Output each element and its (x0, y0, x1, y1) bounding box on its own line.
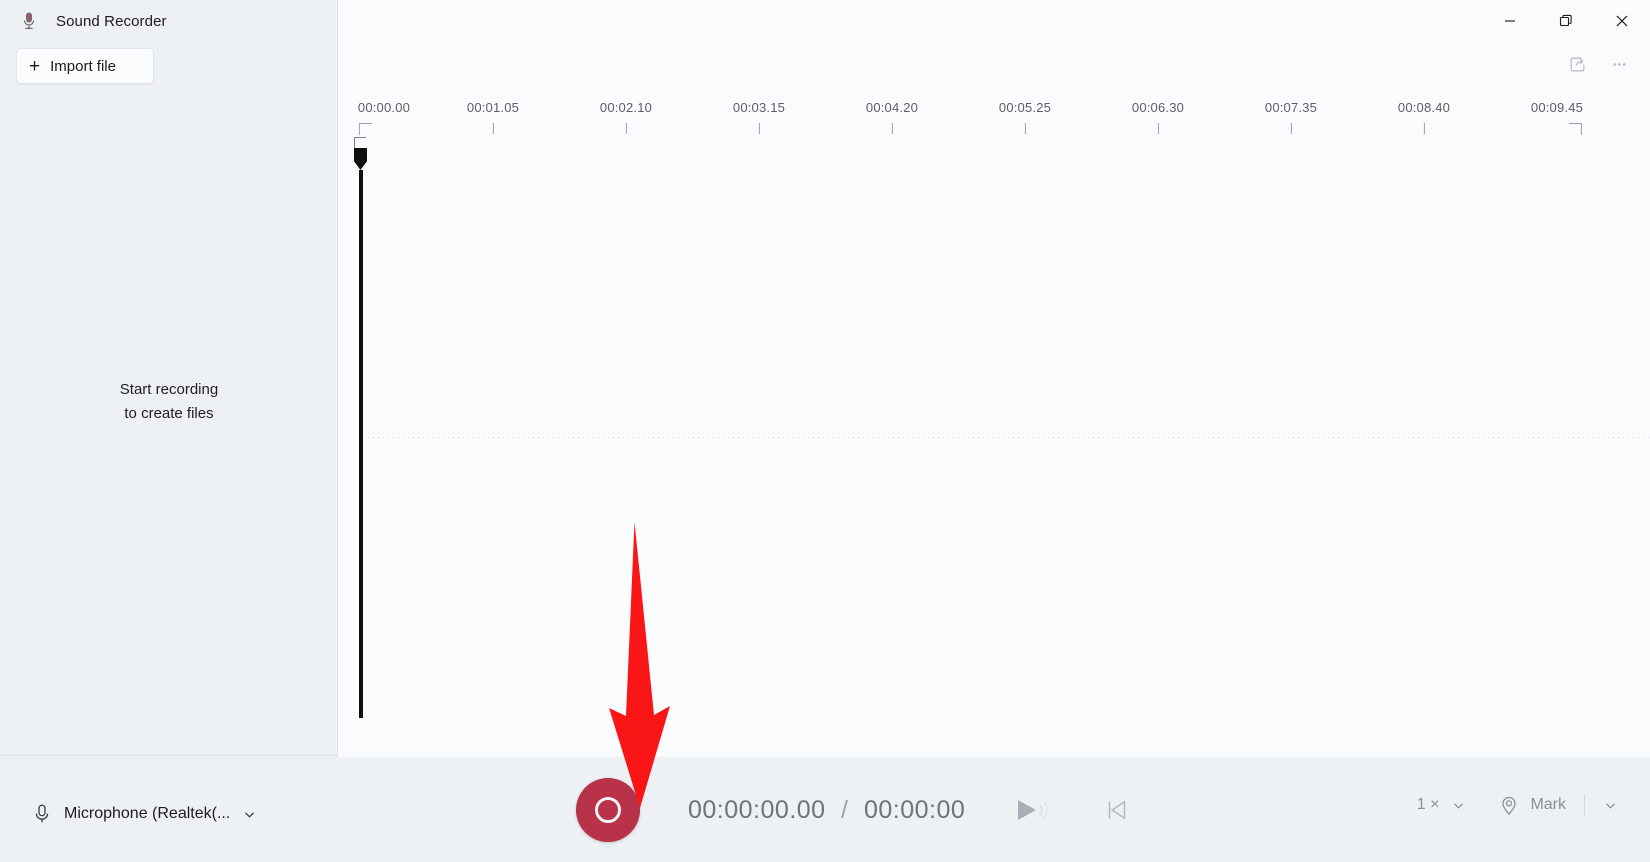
mark-label: Mark (1530, 796, 1566, 813)
timeline-tick-label: 00:01.05 (466, 100, 520, 115)
minimize-button[interactable] (1482, 0, 1538, 42)
timeline-tick-label: 00:09.45 (1530, 100, 1584, 115)
total-time: 00:00:00 (863, 795, 966, 824)
main-panel: 00:00.00 00:01.05 00:02.10 00:03.15 00:0… (338, 0, 1650, 757)
empty-state-line2: to create files (124, 405, 214, 422)
time-display: 00:00:00.00 / 00:00:00 (688, 796, 965, 825)
current-time: 00:00:00.00 (688, 795, 826, 824)
restore-icon (1559, 14, 1572, 27)
timeline-tick: 00:03.15 (733, 100, 785, 134)
timeline-tick-mark (1290, 123, 1292, 134)
play-button[interactable] (1005, 786, 1059, 834)
microphone-icon (18, 10, 40, 32)
timeline-tick-mark (492, 123, 494, 134)
play-icon (1018, 800, 1048, 820)
empty-state-line1: Start recording (119, 381, 219, 398)
timeline-tick: 00:02.10 (600, 100, 652, 134)
time-separator: / (841, 795, 849, 824)
timeline-tick-label: 00:05.25 (998, 100, 1052, 115)
timeline-tick: 00:05.25 (999, 100, 1051, 134)
timeline-tick-mark (1024, 123, 1026, 134)
playback-speed-label: 1 × (1416, 796, 1440, 813)
timeline-tick-mark (1569, 123, 1583, 135)
skip-to-start-button[interactable] (1093, 786, 1141, 834)
mark-separator (1584, 794, 1585, 816)
titlebar-left: Sound Recorder (0, 0, 338, 42)
timeline-tick: 00:08.40 (1398, 100, 1450, 134)
import-file-label: Import file (50, 57, 116, 75)
timeline-tick-mark (358, 123, 372, 135)
right-controls: 1 × Mark (1405, 785, 1630, 825)
microphone-selector[interactable]: Microphone (Realtek(... (22, 797, 267, 831)
timeline-tick-label: 00:02.10 (599, 100, 653, 115)
close-icon (1616, 15, 1628, 27)
timeline-tick-mark (758, 123, 760, 134)
microphone-icon (35, 804, 49, 823)
mark-dropdown-button[interactable] (1591, 788, 1630, 823)
more-options-icon (1612, 62, 1626, 66)
chevron-down-icon (1454, 802, 1464, 809)
playback-speed-button[interactable]: 1 × (1405, 787, 1479, 823)
timeline-tick-label: 00:08.40 (1397, 100, 1451, 115)
record-icon (595, 797, 621, 823)
timeline-tick: 00:01.05 (467, 100, 519, 134)
chevron-down-icon (245, 811, 255, 818)
timeline-tick-label: 00:03.15 (732, 100, 786, 115)
timeline-tick-mark (891, 123, 893, 134)
playback-controls: 00:00:00.00 / 00:00:00 (576, 775, 1141, 845)
timeline-tick-label: 00:04.20 (865, 100, 919, 115)
share-button[interactable] (1558, 48, 1596, 80)
timeline-tick-label: 00:06.30 (1131, 100, 1185, 115)
minimize-icon (1505, 20, 1515, 22)
empty-state-message: Start recording to create files (0, 378, 338, 426)
titlebar-right (338, 0, 1650, 42)
app-title: Sound Recorder (56, 12, 167, 30)
mark-group: Mark (1488, 785, 1630, 825)
location-pin-icon (1502, 796, 1517, 816)
import-file-button[interactable]: + Import file (16, 48, 154, 84)
more-options-button[interactable] (1600, 48, 1638, 80)
maximize-button[interactable] (1538, 0, 1594, 42)
timeline-tick-mark (1423, 123, 1425, 134)
bottom-toolbar: Microphone (Realtek(... 00:00:00.00 / 00… (0, 757, 1650, 862)
timeline-tick: 00:06.30 (1132, 100, 1184, 134)
main-toolbar (1558, 48, 1638, 80)
share-icon (1570, 57, 1584, 71)
timeline-tick: 00:00.00 (358, 100, 410, 135)
sidebar: Sound Recorder + Import file Start recor… (0, 0, 338, 862)
timeline-tick: 00:04.20 (866, 100, 918, 134)
waveform-center-axis (368, 437, 1650, 438)
sound-recorder-window: Sound Recorder + Import file Start recor… (0, 0, 1650, 862)
timeline-tick: 00:09.45 (1531, 100, 1583, 135)
close-button[interactable] (1594, 0, 1650, 42)
chevron-down-icon (1605, 802, 1616, 809)
sidebar-divider (0, 755, 338, 756)
timeline-tick-mark (1157, 123, 1159, 134)
microphone-label: Microphone (Realtek(... (64, 805, 231, 822)
timeline-tick-mark (625, 123, 627, 134)
timeline-ruler[interactable]: 00:00.00 00:01.05 00:02.10 00:03.15 00:0… (338, 100, 1650, 160)
window-controls (1482, 0, 1650, 42)
skip-to-start-icon (1109, 800, 1126, 820)
mark-button[interactable]: Mark (1488, 785, 1578, 825)
record-button[interactable] (576, 778, 640, 842)
timeline-tick-label: 00:07.35 (1264, 100, 1318, 115)
waveform-area[interactable] (338, 160, 1650, 720)
timeline-tick-label: 00:00.00 (357, 100, 411, 115)
plus-icon: + (29, 55, 41, 77)
timeline-tick: 00:07.35 (1265, 100, 1317, 134)
